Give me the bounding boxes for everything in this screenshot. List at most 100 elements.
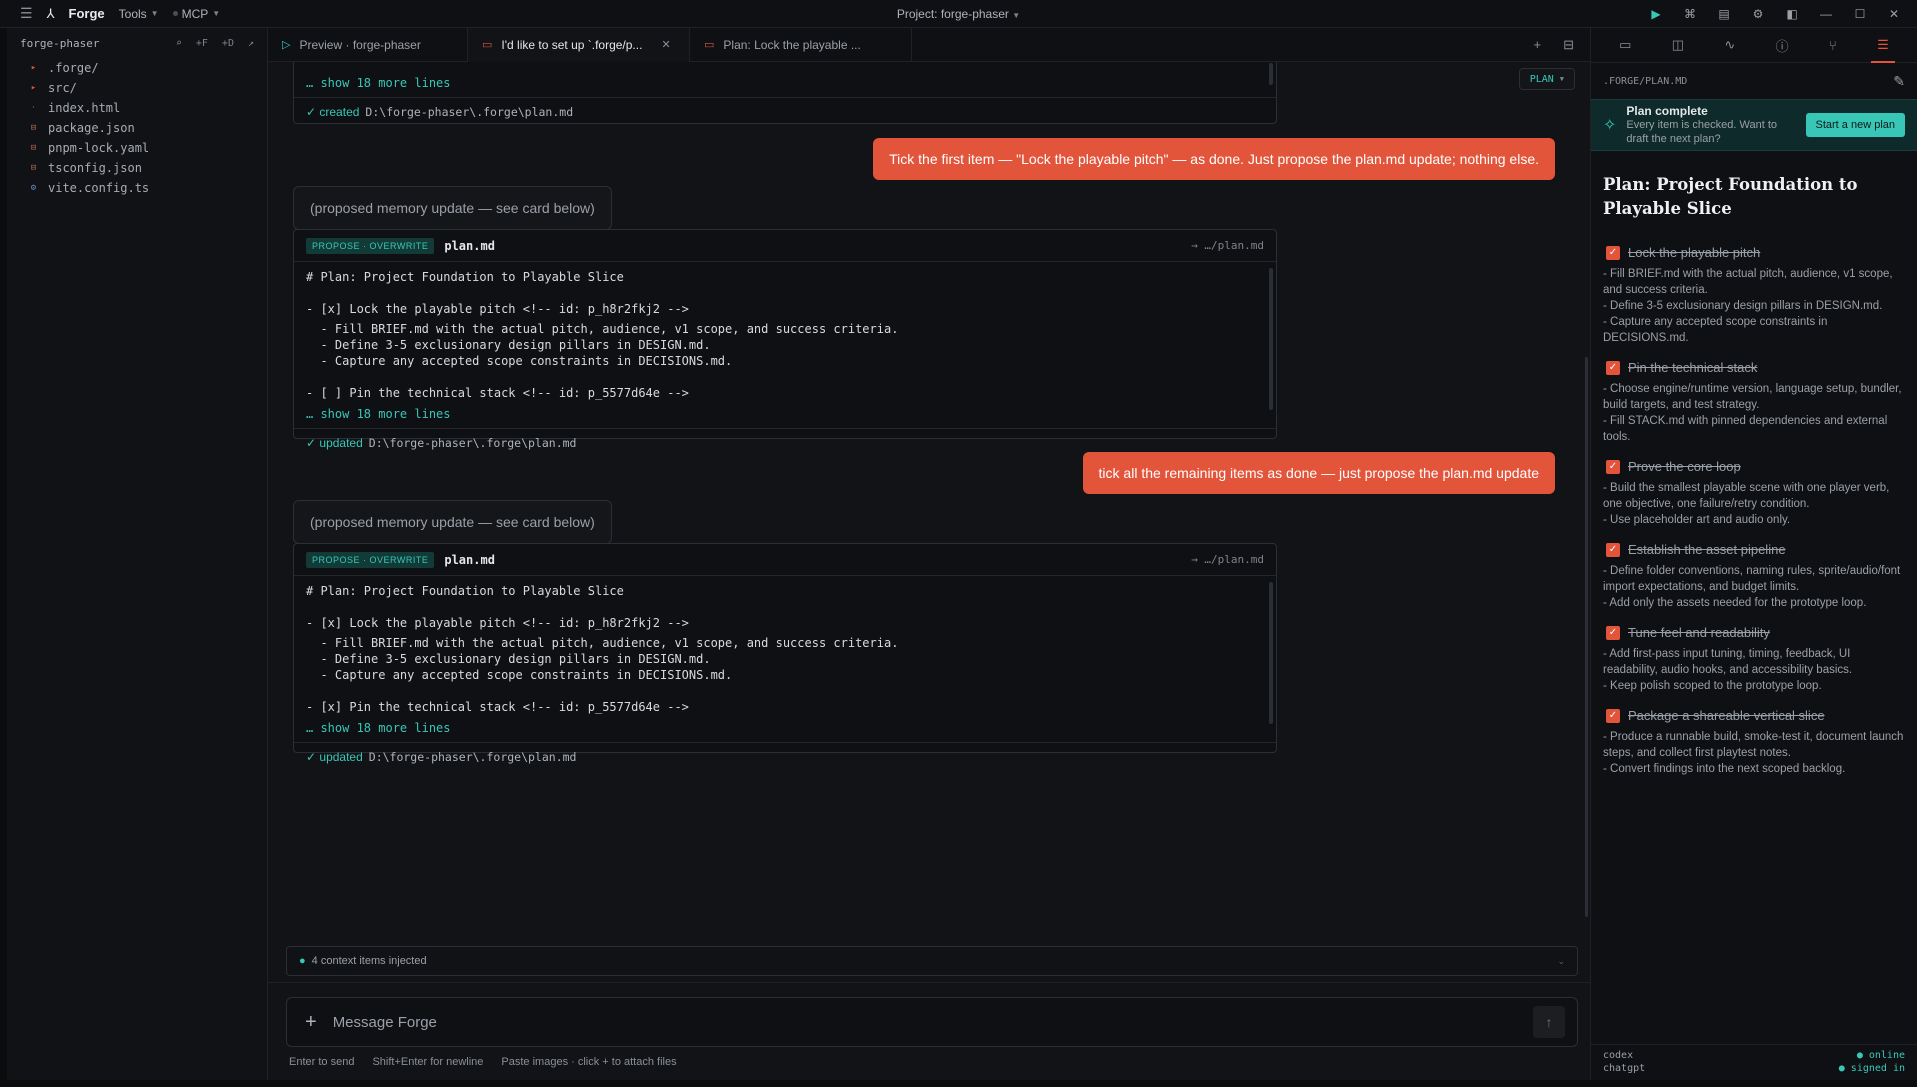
checkbox-checked-icon[interactable]: ✓ <box>1606 625 1620 640</box>
code-line: - Capture any accepted scope constraints… <box>306 353 733 368</box>
new-tab-icon[interactable]: + <box>1534 37 1542 53</box>
message-input[interactable] <box>332 1013 1517 1031</box>
git-branch-icon[interactable]: ⑂ <box>1829 28 1837 63</box>
search-files-icon[interactable]: ⌕ <box>176 38 182 49</box>
file-row-index-html[interactable]: · index.html <box>7 98 267 118</box>
plan-item-desc: - Convert findings into the next scoped … <box>1603 763 1846 775</box>
plan-item-desc: - Add first-pass input tuning, timing, f… <box>1603 648 1853 676</box>
info-icon[interactable]: ⓘ <box>1776 28 1789 63</box>
edit-pencil-icon[interactable]: ✎ <box>1893 73 1905 90</box>
tab-setup-chat[interactable]: ▭ I'd like to set up `.forge/p... ✕ <box>468 27 690 62</box>
file-row-pnpm-lock[interactable]: ⊟ pnpm-lock.yaml <box>7 138 267 158</box>
project-switcher[interactable]: Project: forge-phaser ▼ <box>897 7 1020 21</box>
close-tab-icon[interactable]: ✕ <box>661 38 670 51</box>
plan-item-label: Tune feel and readability <box>1628 625 1770 640</box>
card-file-name: plan.md <box>444 552 495 567</box>
tab-label: Preview · forge-phaser <box>299 37 421 52</box>
file-row-package-json[interactable]: ⊟ package.json <box>7 118 267 138</box>
attach-plus-icon[interactable]: + <box>305 1011 317 1034</box>
run-icon[interactable]: ▶ <box>1649 7 1663 21</box>
card-status: ✓ created D:\forge-phaser\.forge\plan.md <box>294 97 1276 126</box>
user-message: Tick the first item — "Lock the playable… <box>873 138 1555 180</box>
context-items-label: 4 context items injected <box>311 955 427 967</box>
hamburger-menu-icon[interactable]: ☰ <box>20 5 33 22</box>
file-row-forge[interactable]: ▸ .forge/ <box>7 58 267 78</box>
file-row-tsconfig[interactable]: ⊟ tsconfig.json <box>7 158 267 178</box>
open-external-icon[interactable]: ↗ <box>248 38 254 49</box>
tab-preview[interactable]: ▷ Preview · forge-phaser <box>268 27 468 62</box>
start-new-plan-button[interactable]: Start a new plan <box>1805 113 1905 137</box>
maximize-icon[interactable]: ☐ <box>1853 7 1867 21</box>
activity-icon[interactable]: ∿ <box>1724 28 1735 63</box>
list-icon[interactable]: ▤ <box>1717 7 1731 21</box>
close-window-icon[interactable]: ✕ <box>1887 7 1901 21</box>
composer-hints: Enter to send Shift+Enter for newline Pa… <box>289 1056 677 1068</box>
tools-menu[interactable]: Tools ▼ <box>119 7 159 21</box>
split-view-icon[interactable]: ⊟ <box>1563 37 1574 53</box>
package-icon: ⊟ <box>30 143 37 153</box>
provider-name: codex <box>1603 1050 1634 1061</box>
minimize-icon[interactable]: — <box>1819 7 1833 21</box>
card-target-path[interactable]: → …/plan.md <box>1191 239 1264 252</box>
project-root-name: forge-phaser <box>20 36 100 50</box>
hint-enter: Enter to send <box>289 1056 355 1068</box>
code-line: - Fill BRIEF.md with the actual pitch, a… <box>306 635 899 650</box>
sparkle-icon: ✧ <box>1603 117 1617 134</box>
forge-logo-icon: ⅄ <box>46 5 55 21</box>
checkbox-checked-icon[interactable]: ✓ <box>1606 245 1620 260</box>
new-folder-button[interactable]: +D <box>222 38 234 49</box>
checkbox-checked-icon[interactable]: ✓ <box>1606 708 1620 723</box>
file-name: .forge/ <box>48 61 99 75</box>
file-row-vite-config[interactable]: ⚙ vite.config.ts <box>7 178 267 198</box>
mode-selector[interactable]: PLAN ▼ <box>1518 68 1575 90</box>
plan-item-desc: - Add only the assets needed for the pro… <box>1603 597 1867 609</box>
show-more-lines-button[interactable]: … show 18 more lines <box>306 404 1264 428</box>
show-more-lines-button[interactable]: … show 18 more lines <box>306 73 1264 97</box>
checkbox-checked-icon[interactable]: ✓ <box>1606 459 1620 474</box>
command-icon[interactable]: ⌘ <box>1683 7 1697 21</box>
show-more-lines-button[interactable]: … show 18 more lines <box>306 718 1264 742</box>
code-line: - [ ] Pin the technical stack <!-- id: p… <box>306 385 689 400</box>
panel-tab-icons: ▭ ◫ ∿ ⓘ ⑂ ☰ <box>1591 28 1917 63</box>
book-icon[interactable]: ◫ <box>1672 28 1684 63</box>
checklist-icon[interactable]: ☰ <box>1871 28 1895 63</box>
plan-item: ✓ Establish the asset pipeline - Define f… <box>1603 542 1905 611</box>
card-scrollbar[interactable] <box>1269 582 1273 724</box>
checkbox-checked-icon[interactable]: ✓ <box>1606 360 1620 375</box>
card-scrollbar[interactable] <box>1269 268 1273 410</box>
send-arrow-icon[interactable]: ↑ <box>1533 1006 1565 1038</box>
chat-scrollbar[interactable] <box>1585 357 1588 917</box>
card-status-label: ✓ updated <box>306 749 363 764</box>
new-file-button[interactable]: +F <box>196 38 208 49</box>
composer: + ↑ <box>286 997 1578 1047</box>
file-row-src[interactable]: ▸ src/ <box>7 78 267 98</box>
card-status-label: ✓ updated <box>306 435 363 450</box>
hint-attach: Paste images · click + to attach files <box>501 1056 677 1068</box>
tab-plan-chat[interactable]: ▭ Plan: Lock the playable ... <box>690 27 912 62</box>
explorer-header: forge-phaser ⌕ +F +D ↗ <box>7 28 267 58</box>
context-items-bar[interactable]: ● 4 context items injected ⌄ <box>286 946 1578 976</box>
tab-label: Plan: Lock the playable ... <box>723 37 861 52</box>
context-dot-icon: ● <box>299 955 306 967</box>
checkbox-checked-icon[interactable]: ✓ <box>1606 542 1620 557</box>
plan-file-path: .FORGE/PLAN.MD <box>1603 75 1688 87</box>
panel-toggle-icon[interactable]: ◧ <box>1785 7 1799 21</box>
card-scrollbar[interactable] <box>1269 63 1273 85</box>
settings-icon[interactable]: ⚙ <box>1751 7 1765 21</box>
chat-bubbles-icon[interactable]: ▭ <box>1619 28 1631 63</box>
mcp-menu[interactable]: MCP ▼ <box>172 7 220 21</box>
memory-update-notice: (proposed memory update — see card below… <box>293 186 612 230</box>
card-header: PROPOSE · OVERWRITE plan.md → …/plan.md <box>294 544 1276 576</box>
card-target-path[interactable]: → …/plan.md <box>1191 553 1264 566</box>
plan-panel: ▭ ◫ ∿ ⓘ ⑂ ☰ .FORGE/PLAN.MD ✎ ✧ Plan comp… <box>1590 28 1917 1080</box>
plan-item-label: Pin the technical stack <box>1628 360 1758 375</box>
plan-items: ✓ Lock the playable pitch - Fill BRIEF.md… <box>1591 221 1917 777</box>
file-dot-icon: · <box>30 103 37 113</box>
plan-item-desc: - Define 3-5 exclusionary design pillars… <box>1603 300 1883 312</box>
chevron-down-icon[interactable]: ⌄ <box>1557 956 1565 967</box>
chevron-down-icon: ▼ <box>1012 11 1021 20</box>
file-name: package.json <box>48 121 135 135</box>
file-op-card-propose: PROPOSE · OVERWRITE plan.md → …/plan.md … <box>293 229 1277 450</box>
